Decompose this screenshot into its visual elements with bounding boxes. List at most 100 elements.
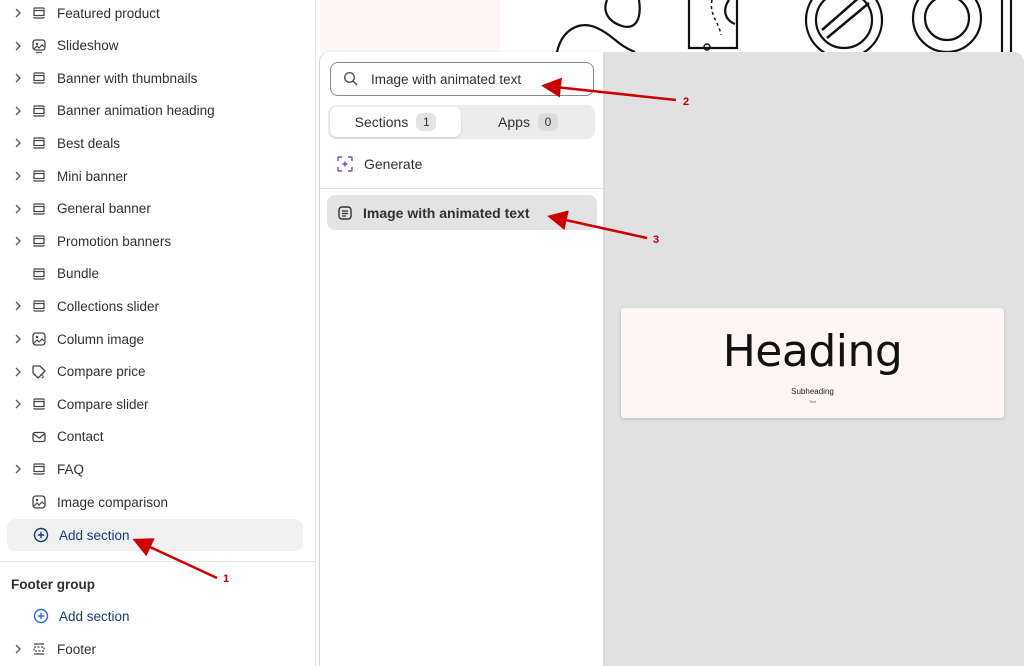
sidebar-item-label: Slideshow [57,38,119,54]
sidebar-item-label: Banner animation heading [57,103,215,119]
sidebar-item[interactable]: Contact [7,421,303,453]
generate-label: Generate [364,156,423,172]
add-section-label: Add section [59,527,130,543]
chevron-right-icon[interactable] [7,73,29,83]
chevron-right-icon[interactable] [7,204,29,214]
section-icon [29,3,49,23]
sidebar-item-label: Compare price [57,364,146,380]
chevron-right-icon[interactable] [7,464,29,474]
section-icon [29,199,49,219]
sidebar-item-label: Footer [57,641,97,657]
search-field[interactable] [330,62,594,96]
popover-divider [320,188,603,189]
chevron-right-icon[interactable] [7,138,29,148]
text-section-icon [338,205,352,220]
section-icon [29,231,49,251]
sidebar-item[interactable]: Column image [7,323,303,355]
section-tabs: Sections 1 Apps 0 [328,105,595,139]
preview-background [320,0,500,52]
sidebar-item[interactable]: Promotion banners [7,225,303,257]
section-preview-card: Heading Subheading Text [621,308,1004,418]
chevron-right-icon[interactable] [7,399,29,409]
section-icon [29,394,49,414]
sidebar-divider [0,561,316,562]
annotation-label-3: 3 [653,234,660,246]
sidebar-item[interactable]: FAQ [7,453,303,485]
add-section-popover: Sections 1 Apps 0 Generate Image with an… [320,52,603,666]
footer-group-title: Footer group [11,577,95,592]
sidebar-item-label: Featured product [57,5,160,21]
sidebar-item[interactable]: Banner animation heading [7,95,303,127]
preview-subheading: Subheading [791,387,834,396]
chevron-right-icon[interactable] [7,334,29,344]
search-input[interactable] [371,71,571,87]
sidebar-item-label: Contact [57,429,104,445]
section-icon [29,101,49,121]
sidebar-item[interactable]: Slideshow [7,30,303,62]
section-icon [29,133,49,153]
sidebar-item[interactable]: Collections slider [7,290,303,322]
section-icon [29,166,49,186]
svg-text:$: $ [40,372,44,380]
plus-circle-icon [31,606,51,626]
sidebar-item-label: Collections slider [57,298,160,314]
chevron-right-icon[interactable] [7,644,29,654]
generate-button[interactable]: Generate [336,153,422,175]
sidebar-item-footer[interactable]: Footer [7,633,303,665]
slideshow-icon [29,36,49,56]
sidebar-item-label: FAQ [57,461,85,477]
preview-heading: Heading [722,326,903,377]
tab-label: Apps [498,114,530,130]
tab-label: Sections [354,114,409,130]
search-icon [343,71,358,86]
section-icon [29,68,49,88]
chevron-right-icon[interactable] [7,106,29,116]
footer-icon [29,639,49,659]
sidebar-item-label: Best deals [57,135,121,151]
sidebar-item-label: Column image [57,331,145,347]
preview-text: Text [808,399,817,404]
sidebar-item[interactable]: General banner [7,193,303,225]
chevron-right-icon[interactable] [7,171,29,181]
sidebar-item-label: Bundle [57,266,100,282]
tab-sections[interactable]: Sections 1 [330,107,461,137]
image-icon [29,329,49,349]
tab-apps[interactable]: Apps 0 [463,107,593,137]
sidebar-item[interactable]: Banner with thumbnails [7,62,303,94]
sidebar-item-label: Promotion banners [57,233,172,249]
section-icon [29,264,49,284]
chevron-right-icon[interactable] [7,236,29,246]
sidebar-item-label: Compare slider [57,396,149,412]
sparkle-icon [337,156,353,172]
price-tag-icon: $ [29,362,49,382]
sidebar-item-label: Banner with thumbnails [57,70,198,86]
editor-sidebar: Featured product Slideshow Banner with thu… [0,0,316,666]
chevron-right-icon[interactable] [7,8,29,18]
section-icon [29,296,49,316]
search-result-item[interactable]: Image with animated text [327,195,597,230]
image-icon [29,492,49,512]
sidebar-item[interactable]: Bundle [7,258,303,290]
sidebar-item-label: General banner [57,201,151,217]
plus-circle-icon [31,525,51,545]
sidebar-item[interactable]: Featured product [7,0,303,29]
add-section-button[interactable]: Add section [7,519,303,551]
annotation-label-1: 1 [223,573,230,585]
sidebar-item[interactable]: Mini banner [7,160,303,192]
chevron-right-icon[interactable] [7,301,29,311]
chevron-right-icon[interactable] [7,367,29,377]
sidebar-item[interactable]: $ Compare price [7,356,303,388]
chevron-right-icon[interactable] [7,41,29,51]
store-preview-top [317,0,1024,52]
sidebar-item[interactable]: Compare slider [7,388,303,420]
footer-add-section-button[interactable]: Add section [7,600,303,632]
tab-count: 1 [416,113,437,131]
sidebar-item[interactable]: Best deals [7,127,303,159]
annotation-label-2: 2 [683,96,690,108]
result-label: Image with animated text [363,204,530,221]
sidebar-item[interactable]: Image comparison [7,486,303,518]
envelope-icon [29,427,49,447]
section-icon [29,459,49,479]
sidebar-item-label: Image comparison [57,494,169,510]
tab-count: 0 [537,113,558,131]
